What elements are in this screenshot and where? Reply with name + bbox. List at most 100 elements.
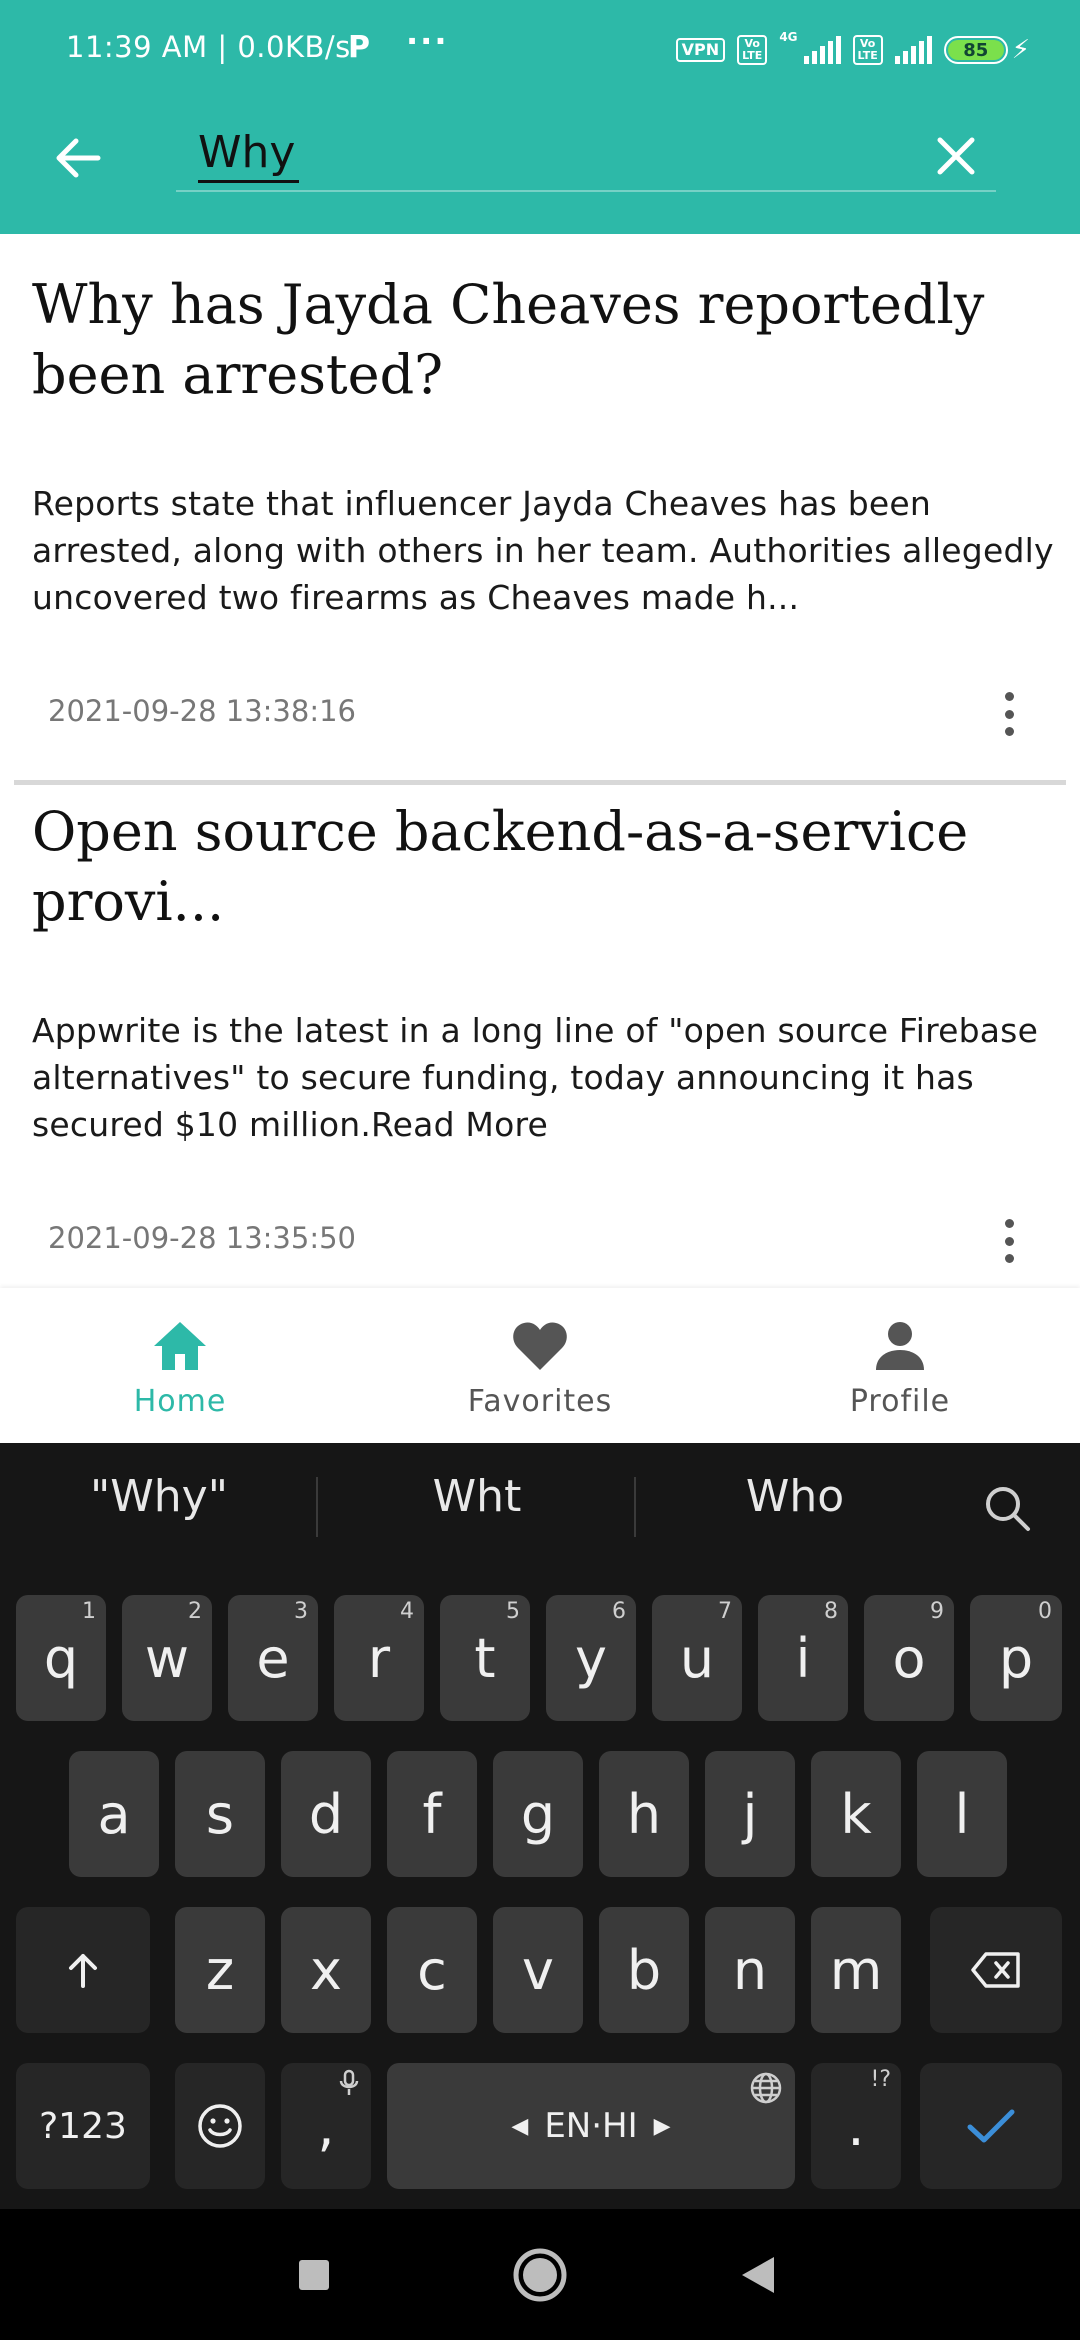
comma-key[interactable]: ,	[281, 2063, 371, 2189]
article-title[interactable]: Why has Jayda Cheaves reportedly been ar…	[32, 270, 1032, 410]
language-prev-arrow: ◀	[511, 2113, 529, 2139]
text-cursor	[296, 133, 300, 177]
triangle-back-icon	[742, 2257, 774, 2293]
key-label: k	[840, 1782, 872, 1846]
back-button[interactable]	[728, 2243, 792, 2307]
key-w[interactable]: w2	[122, 1595, 212, 1721]
volte-icon: Vo LTE	[737, 35, 768, 65]
key-hint: 1	[82, 1599, 96, 1624]
vpn-icon: VPN	[675, 38, 726, 62]
key-y[interactable]: y6	[546, 1595, 636, 1721]
key-label: d	[308, 1782, 344, 1846]
person-icon	[876, 1322, 924, 1370]
key-hint: 5	[506, 1599, 520, 1624]
key-p[interactable]: p0	[970, 1595, 1062, 1721]
key-d[interactable]: d	[281, 1751, 371, 1877]
key-m[interactable]: m	[811, 1907, 901, 2033]
back-arrow-icon[interactable]	[48, 128, 108, 188]
key-label: h	[626, 1782, 662, 1846]
symbols-key[interactable]: ?123	[16, 2063, 150, 2189]
search-input[interactable]: Why	[176, 122, 996, 192]
search-query-value: Why	[198, 127, 296, 178]
nav-item-home[interactable]: Home	[0, 1288, 360, 1443]
key-h[interactable]: h	[599, 1751, 689, 1877]
key-label: u	[679, 1626, 715, 1690]
key-label: f	[422, 1782, 442, 1846]
key-label: b	[626, 1938, 662, 2002]
emoji-icon	[198, 2104, 242, 2148]
square-icon	[299, 2260, 329, 2290]
period-key[interactable]: . !?	[811, 2063, 901, 2189]
nav-item-favorites[interactable]: Favorites	[360, 1288, 720, 1443]
search-icon[interactable]	[980, 1481, 1036, 1537]
network-type-label: 4G	[779, 30, 798, 44]
key-label: m	[829, 1938, 883, 2002]
key-v[interactable]: v	[493, 1907, 583, 2033]
key-label: ?123	[39, 2105, 127, 2147]
space-key[interactable]: ◀ EN·HI ▶	[387, 2063, 795, 2189]
key-k[interactable]: k	[811, 1751, 901, 1877]
key-label: i	[795, 1626, 811, 1690]
article-list: Why has Jayda Cheaves reportedly been ar…	[0, 234, 1080, 1288]
key-hint: 3	[294, 1599, 308, 1624]
key-c[interactable]: c	[387, 1907, 477, 2033]
shift-arrow-icon	[69, 1954, 97, 1988]
more-options-icon[interactable]	[989, 1213, 1029, 1269]
key-o[interactable]: o9	[864, 1595, 954, 1721]
key-label: t	[474, 1626, 496, 1690]
suggestion-2[interactable]: Wht	[318, 1471, 636, 1522]
key-hint: 7	[718, 1599, 732, 1624]
key-q[interactable]: q1	[16, 1595, 106, 1721]
key-label: a	[97, 1782, 131, 1846]
key-label: ,	[317, 2094, 335, 2158]
key-label: r	[367, 1626, 391, 1690]
article-card[interactable]: Open source backend-as-a-service provi..…	[14, 785, 1066, 1288]
key-label: g	[520, 1782, 556, 1846]
key-g[interactable]: g	[493, 1751, 583, 1877]
key-u[interactable]: u7	[652, 1595, 742, 1721]
key-f[interactable]: f	[387, 1751, 477, 1877]
key-hint: 6	[612, 1599, 626, 1624]
shift-key[interactable]	[16, 1907, 150, 2033]
article-card[interactable]: Why has Jayda Cheaves reportedly been ar…	[14, 234, 1066, 780]
home-button[interactable]	[508, 2243, 572, 2307]
backspace-icon	[971, 1952, 1020, 1988]
status-bar: 11:39 AM | 0.0KB/s P ··· VPN Vo LTE 4G Vo…	[0, 0, 1080, 100]
key-label: j	[742, 1782, 758, 1846]
article-title[interactable]: Open source backend-as-a-service provi..…	[32, 797, 1032, 937]
recents-button[interactable]	[282, 2243, 346, 2307]
more-options-icon[interactable]	[989, 686, 1029, 742]
key-t[interactable]: t5	[440, 1595, 530, 1721]
signal-icon	[803, 36, 841, 64]
nav-label-profile: Profile	[849, 1384, 951, 1419]
nav-label-favorites: Favorites	[467, 1384, 613, 1419]
enter-key[interactable]	[920, 2063, 1062, 2189]
key-hint: 4	[400, 1599, 414, 1624]
key-e[interactable]: e3	[228, 1595, 318, 1721]
key-z[interactable]: z	[175, 1907, 265, 2033]
key-b[interactable]: b	[599, 1907, 689, 2033]
nav-item-profile[interactable]: Profile	[720, 1288, 1080, 1443]
bottom-navigation: Home Favorites Profile	[0, 1288, 1080, 1443]
heart-icon	[513, 1322, 567, 1370]
suggestion-3[interactable]: Who	[636, 1471, 954, 1522]
key-hint: 0	[1038, 1599, 1052, 1624]
key-s[interactable]: s	[175, 1751, 265, 1877]
key-x[interactable]: x	[281, 1907, 371, 2033]
suggestion-1[interactable]: "Why"	[0, 1471, 318, 1522]
key-j[interactable]: j	[705, 1751, 795, 1877]
globe-icon	[750, 2072, 782, 2104]
backspace-key[interactable]	[930, 1907, 1062, 2033]
key-label: n	[732, 1938, 768, 2002]
language-next-arrow: ▶	[653, 2113, 671, 2139]
key-a[interactable]: a	[69, 1751, 159, 1877]
emoji-key[interactable]	[175, 2063, 265, 2189]
key-r[interactable]: r4	[334, 1595, 424, 1721]
key-n[interactable]: n	[705, 1907, 795, 2033]
key-i[interactable]: i8	[758, 1595, 848, 1721]
key-label: l	[954, 1782, 970, 1846]
status-icons: VPN Vo LTE 4G Vo LTE 85 ⚡	[675, 30, 1030, 70]
key-l[interactable]: l	[917, 1751, 1007, 1877]
key-label: q	[43, 1626, 79, 1690]
clear-search-icon[interactable]	[930, 130, 982, 182]
